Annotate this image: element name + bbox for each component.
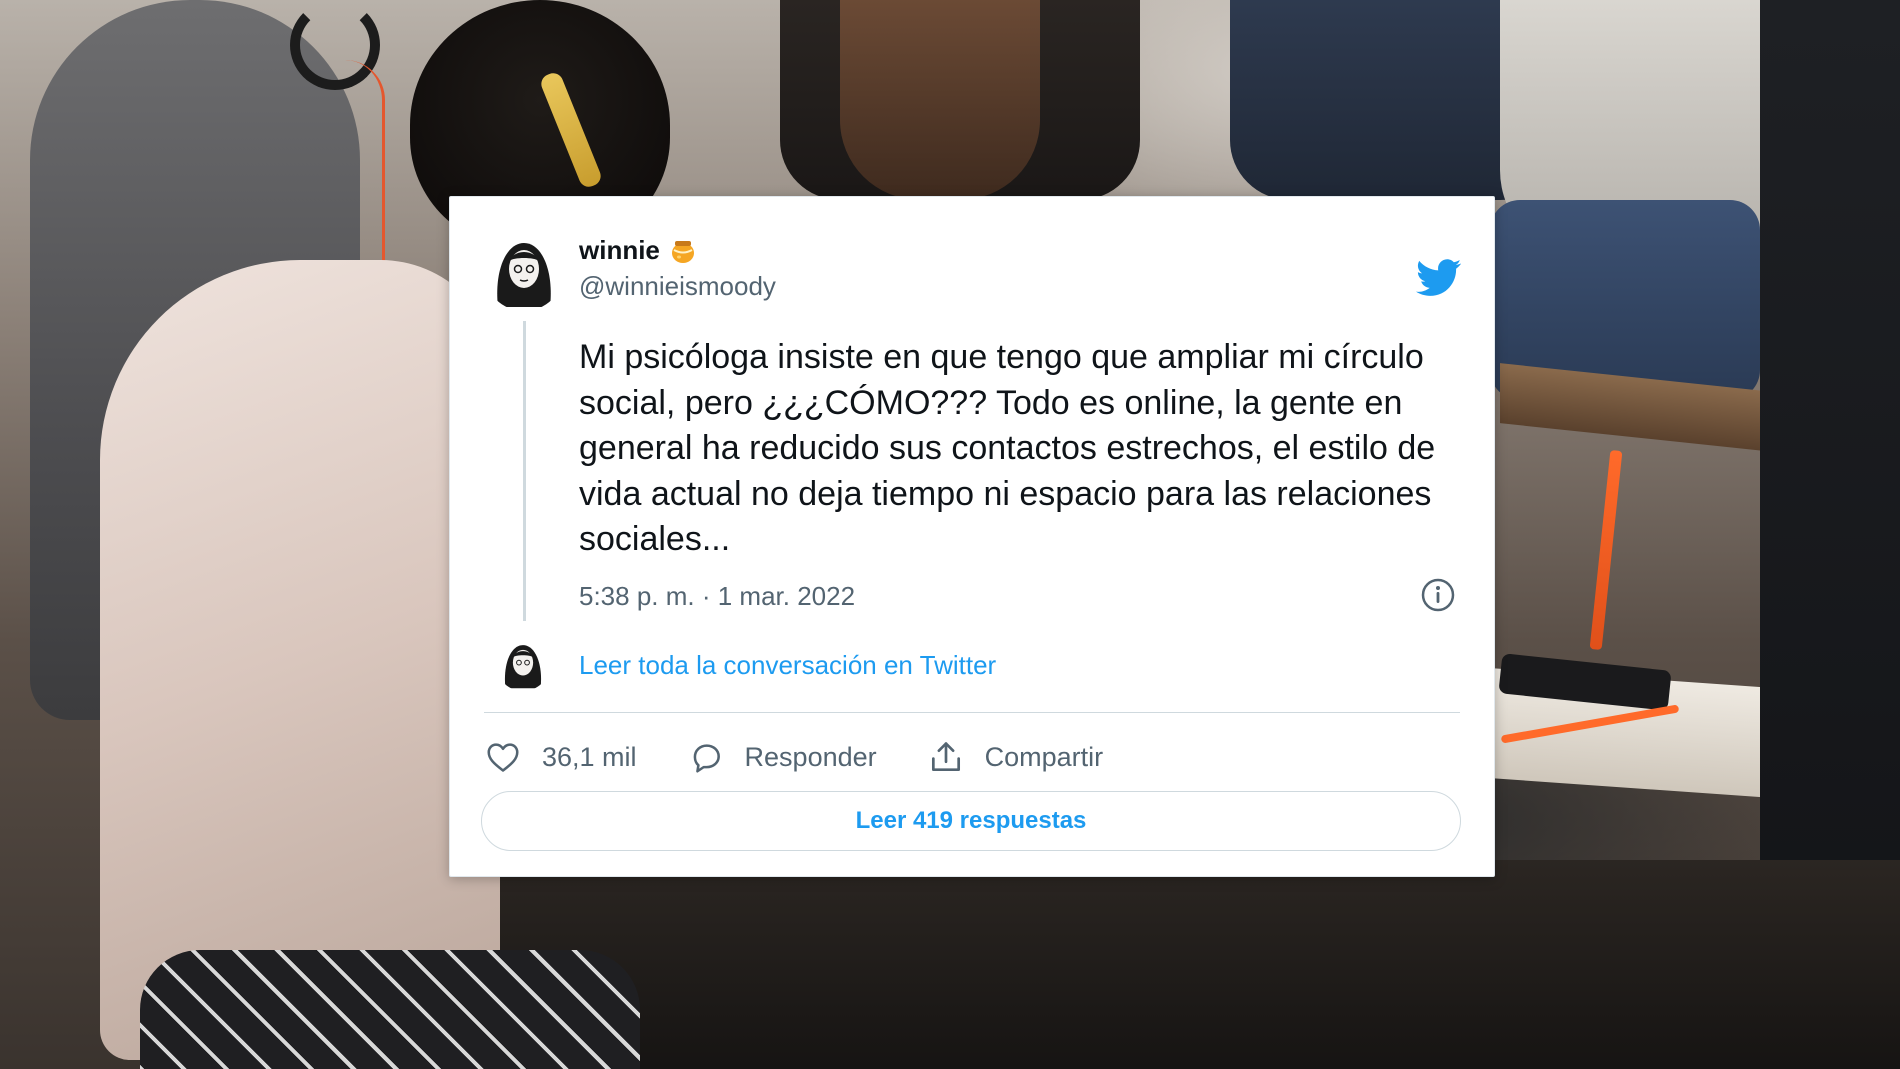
author-avatar[interactable] — [484, 231, 564, 311]
tweet-actions: 36,1 mil Responder Compartir — [484, 732, 1103, 782]
conversation-row: Leer toda la conversación en Twitter — [496, 637, 1464, 693]
heart-icon — [487, 743, 519, 772]
patterned-sweater — [140, 950, 640, 1069]
author-meta: winnie @winnieismoody — [579, 233, 776, 302]
share-button[interactable]: Compartir — [927, 738, 1104, 776]
tweet-timestamp[interactable]: 5:38 p. m. · 1 mar. 2022 — [579, 581, 855, 612]
divider — [484, 712, 1460, 713]
author-name[interactable]: winnie — [579, 235, 660, 266]
tweet-text: Mi psicóloga insiste en que tengo que am… — [579, 338, 1436, 558]
desk — [500, 860, 1900, 1069]
honey-pot-icon — [668, 235, 698, 265]
like-button[interactable]: 36,1 mil — [484, 738, 637, 776]
read-conversation-link[interactable]: Leer toda la conversación en Twitter — [579, 650, 996, 681]
share-label: Compartir — [984, 741, 1104, 772]
reply-button[interactable]: Responder — [687, 738, 877, 776]
person-pink-jacket — [100, 260, 500, 1060]
reply-label: Responder — [744, 741, 877, 772]
author-handle[interactable]: @winnieismoody — [579, 271, 776, 302]
conversation-avatar[interactable] — [496, 637, 550, 691]
reply-bubble-icon — [693, 744, 720, 773]
author-name-row: winnie — [579, 233, 776, 267]
tweet-author-row: winnie @winnieismoody — [484, 231, 1464, 311]
info-icon[interactable] — [1420, 577, 1456, 613]
orange-pencil — [1589, 449, 1623, 651]
share-upload-icon — [931, 742, 960, 772]
like-count: 36,1 mil — [542, 741, 637, 772]
tweet-card: winnie @winnieismoody Mi psicóloga insis… — [449, 196, 1495, 877]
thread-line — [523, 321, 526, 621]
read-replies-button[interactable]: Leer 419 respuestas — [481, 791, 1461, 851]
twitter-bird-icon[interactable] — [1416, 259, 1462, 297]
person-long-hair — [840, 0, 1040, 200]
